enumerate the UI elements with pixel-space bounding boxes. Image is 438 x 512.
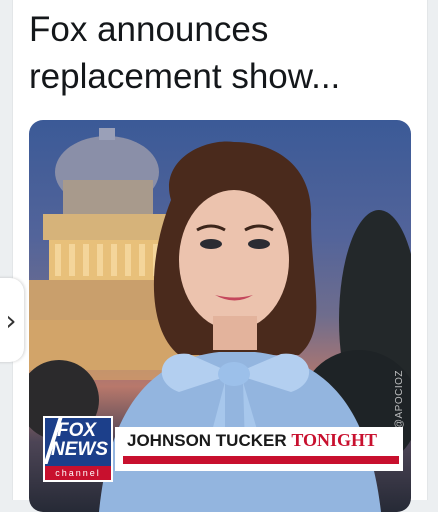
- tweet-text-line-1: Fox announces: [29, 10, 269, 49]
- lower-third-red-bar: [123, 456, 399, 464]
- show-name: JOHNSON TUCKER TONIGHT: [127, 430, 377, 451]
- next-arrow-button[interactable]: ›: [0, 278, 24, 362]
- tweet-card[interactable]: Fox announces replacement show... @APOCI…: [12, 0, 428, 512]
- show-name-accent: TONIGHT: [291, 430, 378, 450]
- lower-third-banner: JOHNSON TUCKER TONIGHT: [115, 427, 403, 471]
- logo-news-word: NEWS: [51, 439, 108, 460]
- fox-news-logo: FOX NEWS channel: [43, 416, 113, 482]
- watermark-text: @APOCIOZ: [394, 370, 405, 430]
- tweet-media-image[interactable]: @APOCIOZ FOX NEWS channel JOHNSON TUCKER…: [29, 120, 411, 512]
- chevron-right-icon: ›: [5, 303, 17, 337]
- logo-channel-word: channel: [45, 466, 111, 480]
- tweet-text-line-2: replacement show...: [29, 57, 341, 96]
- tweet-text: Fox announces replacement show...: [29, 6, 419, 100]
- show-name-main: JOHNSON TUCKER: [127, 431, 287, 450]
